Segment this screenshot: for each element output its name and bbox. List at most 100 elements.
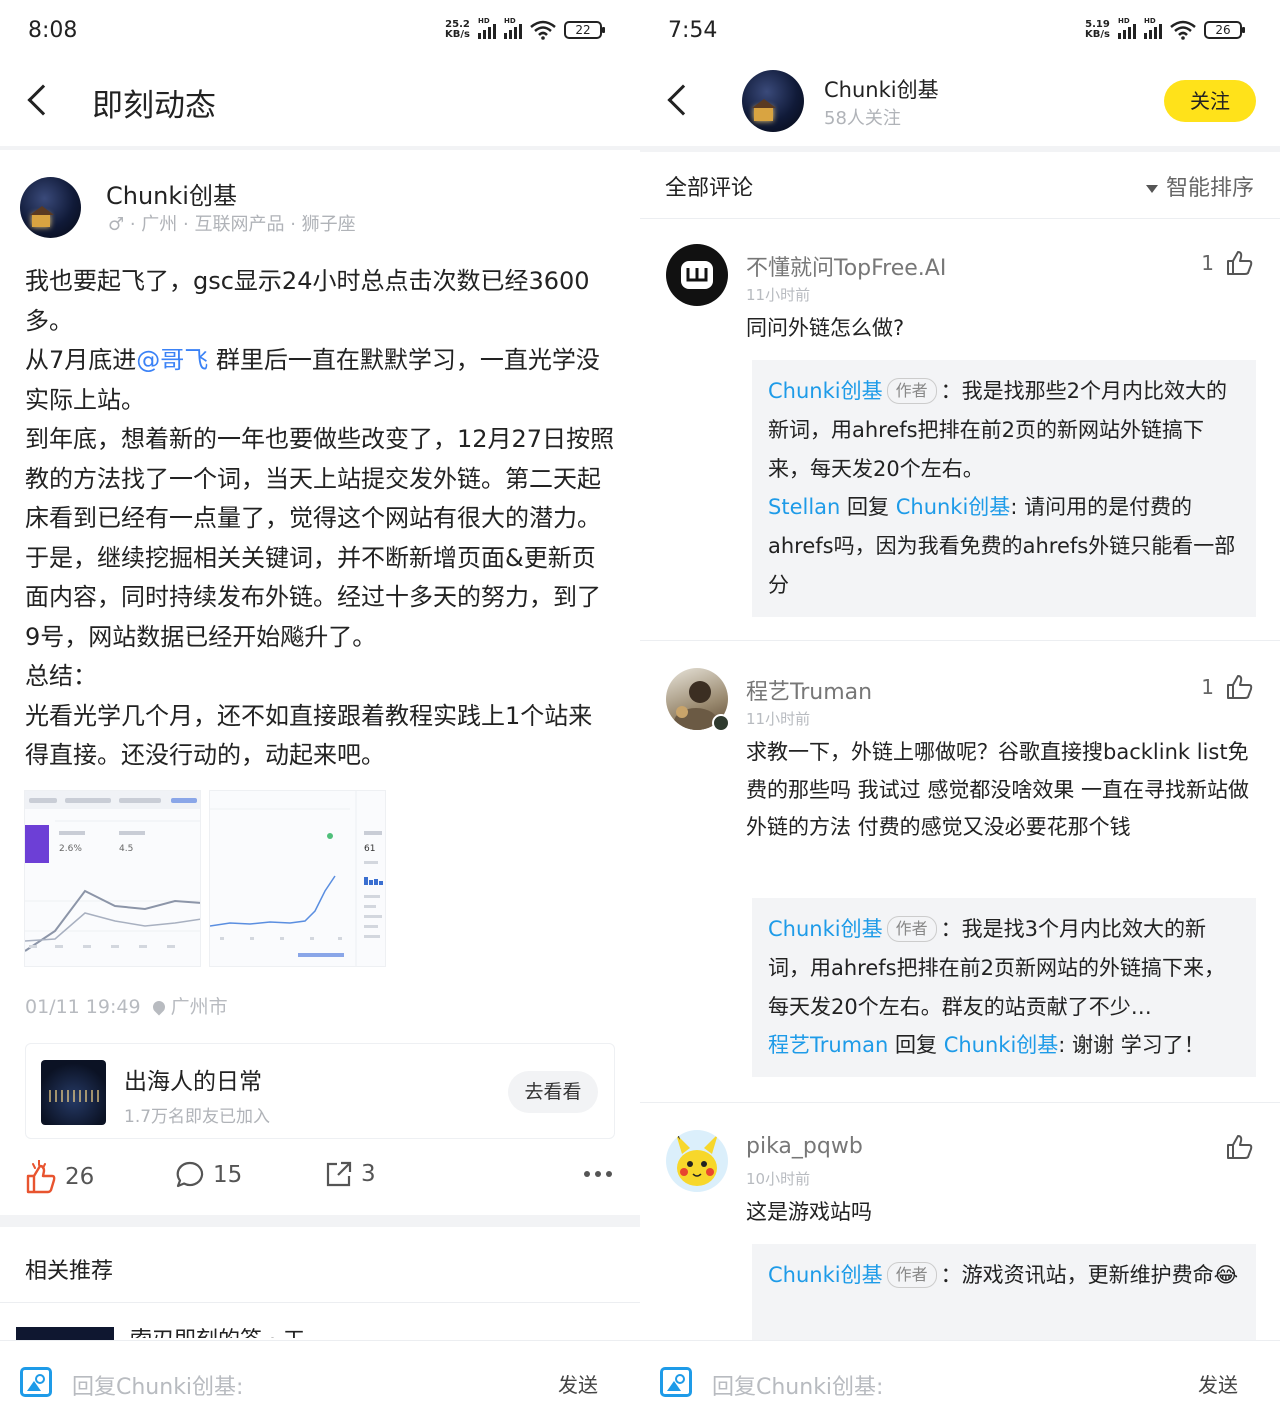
- follow-button[interactable]: 关注: [1164, 80, 1256, 122]
- comment-time: 11小时前: [746, 286, 811, 304]
- reply-author[interactable]: Stellan: [768, 495, 840, 519]
- like-button[interactable]: 26: [25, 1160, 94, 1194]
- wifi-icon: [1170, 20, 1196, 40]
- divider-line: [0, 1302, 640, 1303]
- search-console-thumbnail: 61: [210, 791, 383, 966]
- reply-word: 回复: [847, 495, 890, 520]
- network-speed: 25.2 KB/s: [445, 19, 470, 40]
- status-time: 8:08: [28, 18, 78, 43]
- commenter-name[interactable]: pika_pqwb: [746, 1134, 863, 1159]
- analytics-chart-thumbnail: 2.6% 4.5: [25, 791, 200, 952]
- circle-title: 出海人的日常: [124, 1069, 262, 1095]
- reply-text: : 谢谢 学习了！: [1058, 1033, 1205, 1058]
- mention-link[interactable]: @哥飞: [136, 346, 208, 374]
- network-speed: 5.19 KB/s: [1085, 19, 1110, 40]
- comment-like-count: 1: [1201, 251, 1214, 275]
- dropdown-triangle-icon: [1145, 185, 1158, 193]
- image-upload-icon[interactable]: [20, 1367, 52, 1397]
- reply-author[interactable]: 程艺Truman: [768, 1033, 888, 1057]
- sort-dropdown[interactable]: 智能排序: [1145, 170, 1254, 202]
- related-section-title: 相关推荐: [25, 1259, 114, 1284]
- post-paragraph: 到年底，想着新的一年也要做些改变了，12月27日按照教的方法找了一个词，当天上站…: [25, 425, 615, 532]
- reply-author[interactable]: Chunki创基: [768, 379, 883, 403]
- reply-input[interactable]: 回复Chunki创基:: [712, 1369, 883, 1401]
- reply-thread: Chunki创基 作者 ：游戏资讯站，更新维护费命😂: [752, 1244, 1256, 1354]
- comments-screen: 7:54 5.19 KB/s HD HD 26 Chunki创基 58人关注 关…: [640, 0, 1280, 1422]
- back-arrow-icon[interactable]: [27, 84, 59, 116]
- badge-icon: [712, 714, 730, 732]
- signal-icon: HD: [1118, 17, 1136, 39]
- comment-like-button[interactable]: [1214, 1134, 1254, 1160]
- image-upload-icon[interactable]: [660, 1367, 692, 1397]
- send-button[interactable]: 发送: [1198, 1369, 1238, 1398]
- reply-target[interactable]: Chunki创基: [896, 495, 1011, 519]
- circle-visit-button[interactable]: 去看看: [508, 1071, 598, 1113]
- wifi-icon: [530, 20, 556, 40]
- comment-time: 11小时前: [746, 710, 811, 728]
- status-bar: 8:08 25.2 KB/s HD HD 22: [0, 0, 640, 64]
- status-bar: 7:54 5.19 KB/s HD HD 26: [640, 0, 1280, 64]
- reply-author[interactable]: Chunki创基: [768, 1263, 883, 1287]
- comment-like-button[interactable]: 1: [1201, 250, 1254, 276]
- post-location: 广州市: [170, 996, 228, 1018]
- author-meta: ♂ · 广州 · 互联网产品 · 狮子座: [108, 214, 356, 235]
- signal-icon: HD: [504, 17, 522, 39]
- page-title: 即刻动态: [92, 88, 216, 124]
- more-options-button[interactable]: [583, 1170, 613, 1178]
- comment-button[interactable]: 15: [175, 1160, 242, 1190]
- post-paragraph: 于是，继续挖掘相关关键词，并不断新增页面&更新页面内容，同时持续发布外链。经过十…: [25, 543, 601, 651]
- circle-cover-image: [41, 1060, 106, 1125]
- send-button[interactable]: 发送: [558, 1369, 598, 1398]
- post-datetime: 01/11 19:49: [25, 996, 141, 1018]
- reply-item: Stellan 回复 Chunki创基: 请问用的是付费的ahrefs吗，因为我…: [768, 488, 1240, 604]
- author-name[interactable]: Chunki创基: [824, 74, 939, 104]
- share-count: 3: [361, 1161, 376, 1187]
- divider-line: [640, 218, 1280, 219]
- commenter-name[interactable]: 程艺Truman: [746, 674, 872, 706]
- reply-author[interactable]: Chunki创基: [768, 917, 883, 941]
- circle-card[interactable]: 出海人的日常 1.7万名即友已加入 去看看: [25, 1043, 615, 1139]
- comment-text: 同问外链怎么做?: [746, 316, 905, 340]
- like-icon: [26, 1160, 56, 1194]
- section-divider: [0, 1215, 640, 1227]
- share-icon: [326, 1161, 352, 1187]
- author-name[interactable]: Chunki创基: [106, 176, 237, 211]
- reply-item: 程艺Truman 回复 Chunki创基: 谢谢 学习了！: [768, 1026, 1240, 1065]
- commenter-avatar[interactable]: [666, 244, 728, 306]
- status-icons: 5.19 KB/s HD HD 26: [1085, 17, 1245, 40]
- battery-icon: 22: [564, 21, 605, 39]
- commenter-name[interactable]: 不懂就问TopFree.AI: [746, 250, 946, 282]
- status-time: 7:54: [668, 18, 718, 43]
- author-tag: 作者: [886, 378, 937, 404]
- comment-time: 10小时前: [746, 1170, 811, 1188]
- author-tag: 作者: [886, 916, 937, 942]
- author-tag: 作者: [886, 1262, 937, 1288]
- more-icon: [584, 1171, 612, 1177]
- post-paragraph: 总结：: [25, 662, 97, 690]
- post-paragraph: 从7月底进@哥飞 群里后一直在默默学习，一直光学没实际上站。: [25, 346, 600, 414]
- reply-text: ：游戏资讯站，更新维护费命😂: [940, 1263, 1239, 1287]
- divider-line: [640, 640, 1280, 641]
- pikachu-icon: [676, 1134, 718, 1186]
- post-image[interactable]: 61: [209, 790, 386, 967]
- post-body: 我也要起飞了，gsc显示24小时总点击次数已经3600多。 从7月底进@哥飞 群…: [25, 262, 615, 776]
- thumbs-up-icon: [1227, 251, 1253, 275]
- related-item-title[interactable]: 索刃即刻的答 · 工: [130, 1322, 305, 1338]
- post-detail-screen: 8:08 25.2 KB/s HD HD 22 即刻动态 Chunki创基 ♂ …: [0, 0, 640, 1422]
- reply-item: Chunki创基 作者 ：我是找那些2个月内比效大的新词，用ahrefs把排在前2页…: [768, 372, 1240, 488]
- author-avatar[interactable]: [20, 177, 81, 238]
- author-avatar[interactable]: [742, 70, 804, 132]
- reply-thread: Chunki创基 作者 ：我是找那些2个月内比效大的新词，用ahrefs把排在前2页…: [752, 360, 1256, 617]
- comment-like-button[interactable]: 1: [1201, 674, 1254, 700]
- reply-target[interactable]: Chunki创基: [944, 1033, 1059, 1057]
- reply-input[interactable]: 回复Chunki创基:: [72, 1369, 243, 1401]
- comment-like-count: 1: [1201, 675, 1214, 699]
- back-arrow-icon[interactable]: [667, 84, 699, 116]
- post-image[interactable]: 2.6% 4.5: [24, 790, 201, 967]
- svg-text:2.6%: 2.6%: [59, 844, 82, 854]
- reply-thread: Chunki创基 作者 ：我是找3个月内比效大的新词，用ahrefs把排在前2页新网…: [752, 898, 1256, 1078]
- location-pin-icon: [150, 998, 168, 1016]
- commenter-avatar[interactable]: [666, 1130, 728, 1192]
- share-button[interactable]: 3: [325, 1160, 376, 1188]
- comment-sort-bar: 全部评论 智能排序: [640, 152, 1280, 218]
